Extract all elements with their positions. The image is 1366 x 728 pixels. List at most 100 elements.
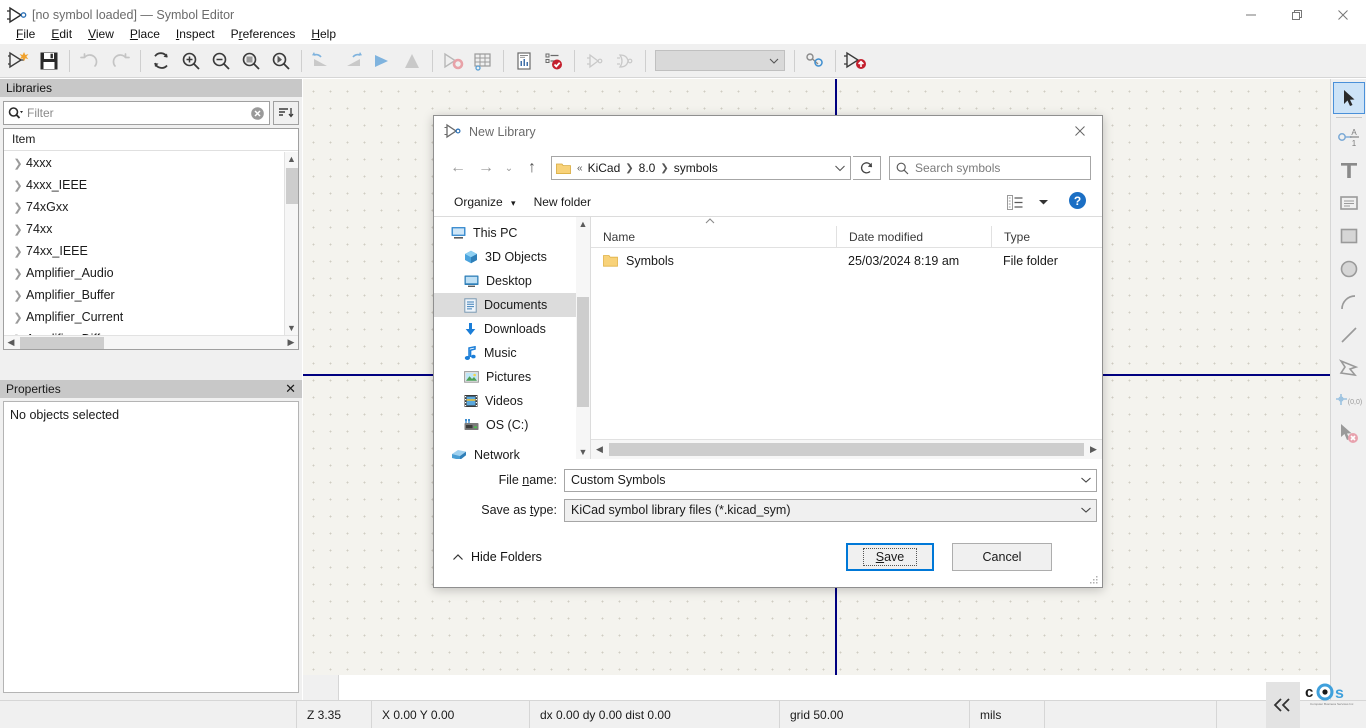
- datasheet-icon[interactable]: [509, 46, 539, 76]
- cancel-button[interactable]: Cancel: [952, 543, 1052, 571]
- chevron-down-icon[interactable]: [834, 164, 846, 173]
- menu-place[interactable]: Place: [122, 25, 168, 43]
- dialog-close-button[interactable]: [1058, 116, 1102, 146]
- up-arrow-icon[interactable]: ↑: [519, 155, 545, 181]
- nav-item-pictures[interactable]: Pictures: [434, 365, 576, 389]
- column-header-type[interactable]: Type: [991, 225, 1101, 248]
- nav-item-this-pc[interactable]: This PC: [434, 221, 576, 245]
- new-folder-button[interactable]: New folder: [526, 191, 599, 213]
- add-line-icon[interactable]: [1333, 319, 1365, 351]
- add-circle-icon[interactable]: [1333, 253, 1365, 285]
- add-pin-icon[interactable]: A1: [1333, 121, 1365, 153]
- search-input[interactable]: Search symbols: [889, 156, 1091, 180]
- nav-item-3d-objects[interactable]: 3D Objects: [434, 245, 576, 269]
- forward-arrow-icon[interactable]: →: [473, 155, 499, 181]
- navigation-scrollbar[interactable]: ▲ ▼: [576, 217, 590, 459]
- chevron-down-icon[interactable]: ⌄: [501, 155, 517, 181]
- view-layout-dropdown-icon[interactable]: [1030, 191, 1056, 213]
- pin-link-icon[interactable]: [800, 46, 830, 76]
- tree-vertical-scrollbar[interactable]: ▲ ▼: [284, 152, 298, 335]
- file-name-input[interactable]: Custom Symbols: [564, 468, 1097, 492]
- hide-folders-button[interactable]: Hide Folders: [452, 550, 542, 564]
- nav-item-documents[interactable]: Documents: [434, 293, 576, 317]
- close-icon[interactable]: ✕: [285, 381, 296, 397]
- tree-item-amplifier-buffer[interactable]: ❯ Amplifier_Buffer: [4, 284, 284, 306]
- zoom-area-icon[interactable]: [266, 46, 296, 76]
- zoom-fit-icon[interactable]: [236, 46, 266, 76]
- new-symbol-icon[interactable]: [4, 46, 34, 76]
- tree-item-74xgxx[interactable]: ❯ 74xGxx: [4, 196, 284, 218]
- scroll-up-icon[interactable]: ▲: [285, 152, 298, 166]
- redo-icon: [105, 46, 135, 76]
- tree-item-4xxx-ieee[interactable]: ❯ 4xxx_IEEE: [4, 174, 284, 196]
- nav-item-downloads[interactable]: Downloads: [434, 317, 576, 341]
- tree-item-4xxx[interactable]: ❯ 4xxx: [4, 152, 284, 174]
- column-header-name[interactable]: Name: [591, 226, 836, 248]
- delete-tool-icon[interactable]: [1333, 418, 1365, 450]
- zoom-in-icon[interactable]: [176, 46, 206, 76]
- sort-icon[interactable]: [273, 101, 299, 125]
- pin-table-icon[interactable]: [468, 46, 498, 76]
- chevron-double-left-icon[interactable]: [1266, 682, 1300, 728]
- tree-horizontal-scrollbar[interactable]: ◀ ▶: [4, 335, 298, 349]
- menu-view[interactable]: View: [80, 25, 122, 43]
- tree-item-74xx-ieee[interactable]: ❯ 74xx_IEEE: [4, 240, 284, 262]
- save-as-type-select[interactable]: KiCad symbol library files (*.kicad_sym): [564, 498, 1097, 522]
- scroll-right-icon[interactable]: ▶: [284, 337, 298, 348]
- menu-file[interactable]: File: [8, 25, 43, 43]
- scroll-down-icon[interactable]: ▼: [576, 445, 590, 459]
- file-list-row-symbols[interactable]: Symbols 25/03/2024 8:19 am File folder: [591, 248, 1102, 274]
- add-textbox-icon[interactable]: [1333, 187, 1365, 219]
- menu-preferences[interactable]: Preferences: [223, 25, 304, 43]
- breadcrumb-item-80[interactable]: 8.0: [636, 161, 659, 175]
- nav-item-videos[interactable]: Videos: [434, 389, 576, 413]
- breadcrumb-item-symbols[interactable]: symbols: [671, 161, 721, 175]
- tree-item-amplifier-difference[interactable]: ❯Amplifier_Difference: [4, 328, 284, 335]
- view-layout-icon[interactable]: [1002, 191, 1028, 213]
- nav-item-desktop[interactable]: Desktop: [434, 269, 576, 293]
- tree-item-74xx[interactable]: ❯ 74xx: [4, 218, 284, 240]
- scroll-left-icon[interactable]: ◀: [4, 337, 18, 348]
- unit-selector-combo[interactable]: [655, 50, 785, 71]
- export-symbol-icon[interactable]: [841, 46, 871, 76]
- help-icon[interactable]: ?: [1068, 191, 1090, 213]
- scroll-thumb[interactable]: [609, 443, 1084, 456]
- scroll-thumb[interactable]: [286, 168, 298, 204]
- chevron-down-icon[interactable]: [1080, 476, 1092, 484]
- column-header-date-modified[interactable]: Date modified: [836, 225, 991, 248]
- resize-grip[interactable]: [1089, 574, 1099, 584]
- save-button[interactable]: Save: [846, 543, 934, 571]
- tree-item-amplifier-current[interactable]: ❯ Amplifier_Current: [4, 306, 284, 328]
- scroll-thumb[interactable]: [577, 297, 589, 407]
- chevron-down-icon[interactable]: [1080, 506, 1092, 514]
- back-arrow-icon[interactable]: ←: [445, 155, 471, 181]
- nav-item-network[interactable]: Network: [434, 443, 576, 459]
- menu-inspect[interactable]: Inspect: [168, 25, 223, 43]
- tree-item-amplifier-audio[interactable]: ❯ Amplifier_Audio: [4, 262, 284, 284]
- zoom-out-icon[interactable]: [206, 46, 236, 76]
- breadcrumb[interactable]: « KiCad ❯ 8.0 ❯ symbols: [551, 156, 851, 180]
- add-arc-icon[interactable]: [1333, 286, 1365, 318]
- search-input[interactable]: Filter: [3, 101, 270, 125]
- organize-button[interactable]: Organize ▾: [446, 191, 524, 213]
- scroll-down-icon[interactable]: ▼: [285, 321, 298, 335]
- checklist-icon[interactable]: [539, 46, 569, 76]
- menu-help[interactable]: Help: [303, 25, 344, 43]
- add-rectangle-icon[interactable]: [1333, 220, 1365, 252]
- select-tool-icon[interactable]: [1332, 82, 1365, 114]
- menu-edit[interactable]: Edit: [43, 25, 80, 43]
- set-anchor-icon[interactable]: (0,0): [1333, 385, 1365, 417]
- refresh-icon[interactable]: [853, 156, 881, 180]
- breadcrumb-item-kicad[interactable]: KiCad: [585, 161, 624, 175]
- scroll-up-icon[interactable]: ▲: [576, 217, 590, 231]
- refresh-icon[interactable]: [146, 46, 176, 76]
- add-text-icon[interactable]: [1333, 154, 1365, 186]
- nav-item-music[interactable]: Music: [434, 341, 576, 365]
- scroll-left-icon[interactable]: ◀: [591, 444, 608, 455]
- scroll-right-icon[interactable]: ▶: [1085, 444, 1102, 455]
- add-polygon-icon[interactable]: [1333, 352, 1365, 384]
- file-list-horizontal-scrollbar[interactable]: ◀ ▶: [591, 439, 1102, 459]
- scroll-thumb[interactable]: [20, 336, 104, 349]
- nav-item-os-drive[interactable]: OS (C:): [434, 413, 576, 437]
- save-icon[interactable]: [34, 46, 64, 76]
